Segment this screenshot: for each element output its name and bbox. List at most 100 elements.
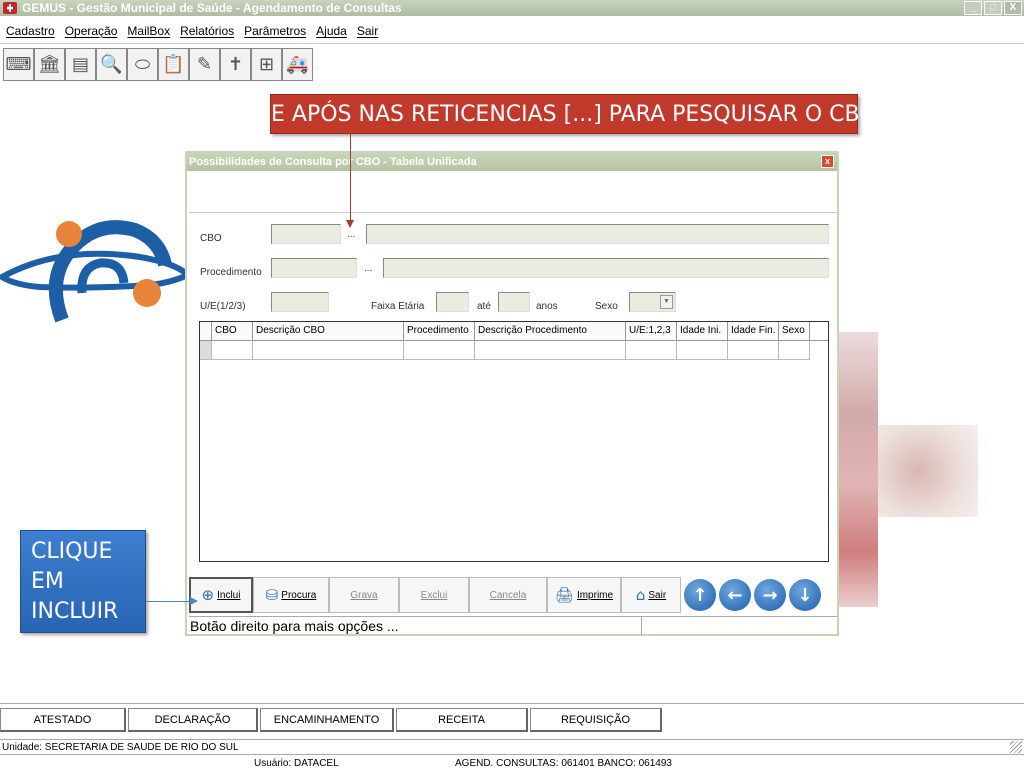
clipboard-icon: 📋 bbox=[162, 54, 185, 75]
instruction-callout-top: E APÓS NAS RETICENCIAS [...] PARA PESQUI… bbox=[270, 94, 877, 134]
window-controls: _ □ X bbox=[964, 1, 1022, 15]
grid-cell[interactable] bbox=[677, 341, 728, 360]
menu-parametros[interactable]: Parâmetros bbox=[244, 20, 306, 42]
exit-house-icon: ⌂ bbox=[635, 586, 646, 604]
grid-header-descricao-cbo[interactable]: Descrição CBO bbox=[253, 322, 404, 340]
grid-cell[interactable] bbox=[626, 341, 677, 360]
minimize-button[interactable]: _ bbox=[964, 1, 982, 15]
printer-icon: ▤ bbox=[71, 54, 89, 75]
idade-inicial-input[interactable] bbox=[436, 292, 469, 312]
dialog-close-button[interactable]: x bbox=[821, 155, 834, 168]
grid-header-idade-ini[interactable]: Idade Ini. bbox=[677, 322, 728, 340]
procura-button[interactable]: ⛁ Procura bbox=[253, 577, 329, 613]
cancela-button[interactable]: Cancela bbox=[469, 577, 547, 613]
menu-mailbox[interactable]: MailBox bbox=[127, 20, 170, 42]
dialog-status-bar: Botão direito para mais opções ... bbox=[189, 616, 837, 635]
chevron-down-icon[interactable]: ▼ bbox=[660, 295, 673, 309]
grid-header-ue[interactable]: U/E:1,2,3 bbox=[626, 322, 677, 340]
idade-final-input[interactable] bbox=[498, 292, 530, 312]
menu-relatorios[interactable]: Relatórios bbox=[180, 20, 234, 42]
menu-sair[interactable]: Sair bbox=[357, 20, 378, 42]
menu-operacao[interactable]: Operação bbox=[65, 20, 118, 42]
pill-tool-button[interactable]: ⬭ bbox=[127, 48, 158, 81]
resize-grip-icon[interactable] bbox=[1010, 741, 1022, 753]
title-bar: GEMUS - Gestão Municipal de Saúde - Agen… bbox=[0, 0, 1024, 16]
ue-input[interactable] bbox=[271, 292, 329, 312]
arrow-left-icon[interactable]: ← bbox=[719, 579, 751, 611]
grid-header-procedimento[interactable]: Procedimento bbox=[404, 322, 475, 340]
anos-label: anos bbox=[536, 301, 558, 312]
grid-cell[interactable] bbox=[728, 341, 779, 360]
dialog-status-text: Botão direito para mais opções ... bbox=[190, 618, 399, 634]
instruction-callout-left: CLIQUE EM INCLUIR bbox=[20, 530, 146, 633]
syringe-tool-button[interactable]: ✎ bbox=[189, 48, 220, 81]
cbo-dialog: Possibilidades de Consulta por CBO - Tab… bbox=[185, 151, 839, 636]
sair-button[interactable]: ⌂ Sair bbox=[621, 577, 681, 613]
close-button[interactable]: X bbox=[1004, 1, 1022, 15]
declaracao-button[interactable]: DECLARAÇÃO bbox=[128, 708, 258, 732]
printer-tool-button[interactable]: ▤ bbox=[65, 48, 96, 81]
sexo-label: Sexo bbox=[595, 301, 618, 312]
add-icon: ⊕ bbox=[201, 586, 215, 604]
grid-cell[interactable] bbox=[212, 341, 253, 360]
menu-cadastro[interactable]: Cadastro bbox=[6, 20, 55, 42]
grid-header-sexo[interactable]: Sexo bbox=[779, 322, 810, 340]
cross-tool-button[interactable]: ✝ bbox=[220, 48, 251, 81]
ue-label: U/E(1/2/3) bbox=[200, 301, 246, 312]
cbo-grid[interactable]: CBO Descrição CBO Procedimento Descrição… bbox=[199, 321, 829, 562]
ambulance-icon: 🚑 bbox=[286, 54, 309, 75]
pill-icon: ⬭ bbox=[134, 54, 151, 75]
grid-header-descricao-procedimento[interactable]: Descrição Procedimento bbox=[475, 322, 626, 340]
row-indicator bbox=[200, 341, 212, 360]
search-tool-button[interactable]: 🔍 bbox=[96, 48, 127, 81]
grid-cell[interactable] bbox=[779, 341, 810, 360]
grid-header: CBO Descrição CBO Procedimento Descrição… bbox=[200, 322, 828, 341]
ate-label: até bbox=[477, 301, 491, 312]
maximize-button[interactable]: □ bbox=[984, 1, 1002, 15]
grid-header-idade-fin[interactable]: Idade Fin. bbox=[728, 322, 779, 340]
receita-button[interactable]: RECEITA bbox=[396, 708, 528, 732]
search-icon: 🔍 bbox=[100, 54, 123, 75]
procedimento-description-input[interactable] bbox=[383, 258, 829, 278]
arrow-down-icon[interactable]: ↓ bbox=[789, 579, 821, 611]
user-status: Usuário: DATACEL bbox=[254, 758, 339, 768]
grid-cell[interactable] bbox=[404, 341, 475, 360]
cbo-ellipsis-button[interactable]: ... bbox=[347, 229, 355, 240]
medical-bag-icon: ⊞ bbox=[258, 54, 275, 75]
cbo-code-input[interactable] bbox=[271, 224, 341, 244]
grid-header-cbo[interactable]: CBO bbox=[212, 322, 253, 340]
faixa-etaria-label: Faixa Etária bbox=[371, 301, 425, 312]
atestado-button[interactable]: ATESTADO bbox=[0, 708, 126, 732]
imprime-button[interactable]: 🖨 Imprime bbox=[547, 577, 621, 613]
agend-status: AGEND. CONSULTAS: 061401 BANCO: 061493 bbox=[455, 758, 672, 768]
grava-button[interactable]: Grava bbox=[329, 577, 399, 613]
cbo-description-input[interactable] bbox=[366, 224, 829, 244]
inclui-button[interactable]: ⊕ Inclui bbox=[189, 577, 253, 613]
grid-cell[interactable] bbox=[475, 341, 626, 360]
exclui-button[interactable]: Exclui bbox=[399, 577, 469, 613]
grid-cell[interactable] bbox=[253, 341, 404, 360]
encaminhamento-button[interactable]: ENCAMINHAMENTO bbox=[260, 708, 394, 732]
callout-arrow-right bbox=[146, 597, 198, 605]
menu-ajuda[interactable]: Ajuda bbox=[316, 20, 347, 42]
arrow-up-icon[interactable]: ↑ bbox=[684, 579, 716, 611]
table-row[interactable] bbox=[200, 341, 828, 360]
sexo-select[interactable]: ▼ bbox=[629, 292, 676, 312]
ambulance-tool-button[interactable]: 🚑 bbox=[282, 48, 313, 81]
requisicao-button[interactable]: REQUISIÇÃO bbox=[530, 708, 662, 732]
building-icon: 🏛 bbox=[38, 54, 61, 75]
keyboard-icon: ⌨ bbox=[5, 54, 32, 75]
procedimento-ellipsis-button[interactable]: ... bbox=[364, 263, 372, 274]
database-icon: ⛁ bbox=[265, 586, 279, 604]
bottom-status-bar: Usuário: DATACEL AGEND. CONSULTAS: 06140… bbox=[0, 758, 1024, 768]
menu-divider bbox=[0, 43, 1024, 44]
printer-icon: 🖨 bbox=[554, 586, 574, 604]
arrow-right-icon[interactable]: → bbox=[754, 579, 786, 611]
clipboard-tool-button[interactable]: 📋 bbox=[158, 48, 189, 81]
procedimento-code-input[interactable] bbox=[271, 258, 357, 278]
medical-photo bbox=[878, 425, 978, 517]
dialog-button-bar: ⊕ Inclui ⛁ Procura Grava Exclui Cancela 🖨 I… bbox=[189, 576, 837, 614]
keyboard-tool-button[interactable]: ⌨ bbox=[3, 48, 34, 81]
building-tool-button[interactable]: 🏛 bbox=[34, 48, 65, 81]
medical-bag-tool-button[interactable]: ⊞ bbox=[251, 48, 282, 81]
